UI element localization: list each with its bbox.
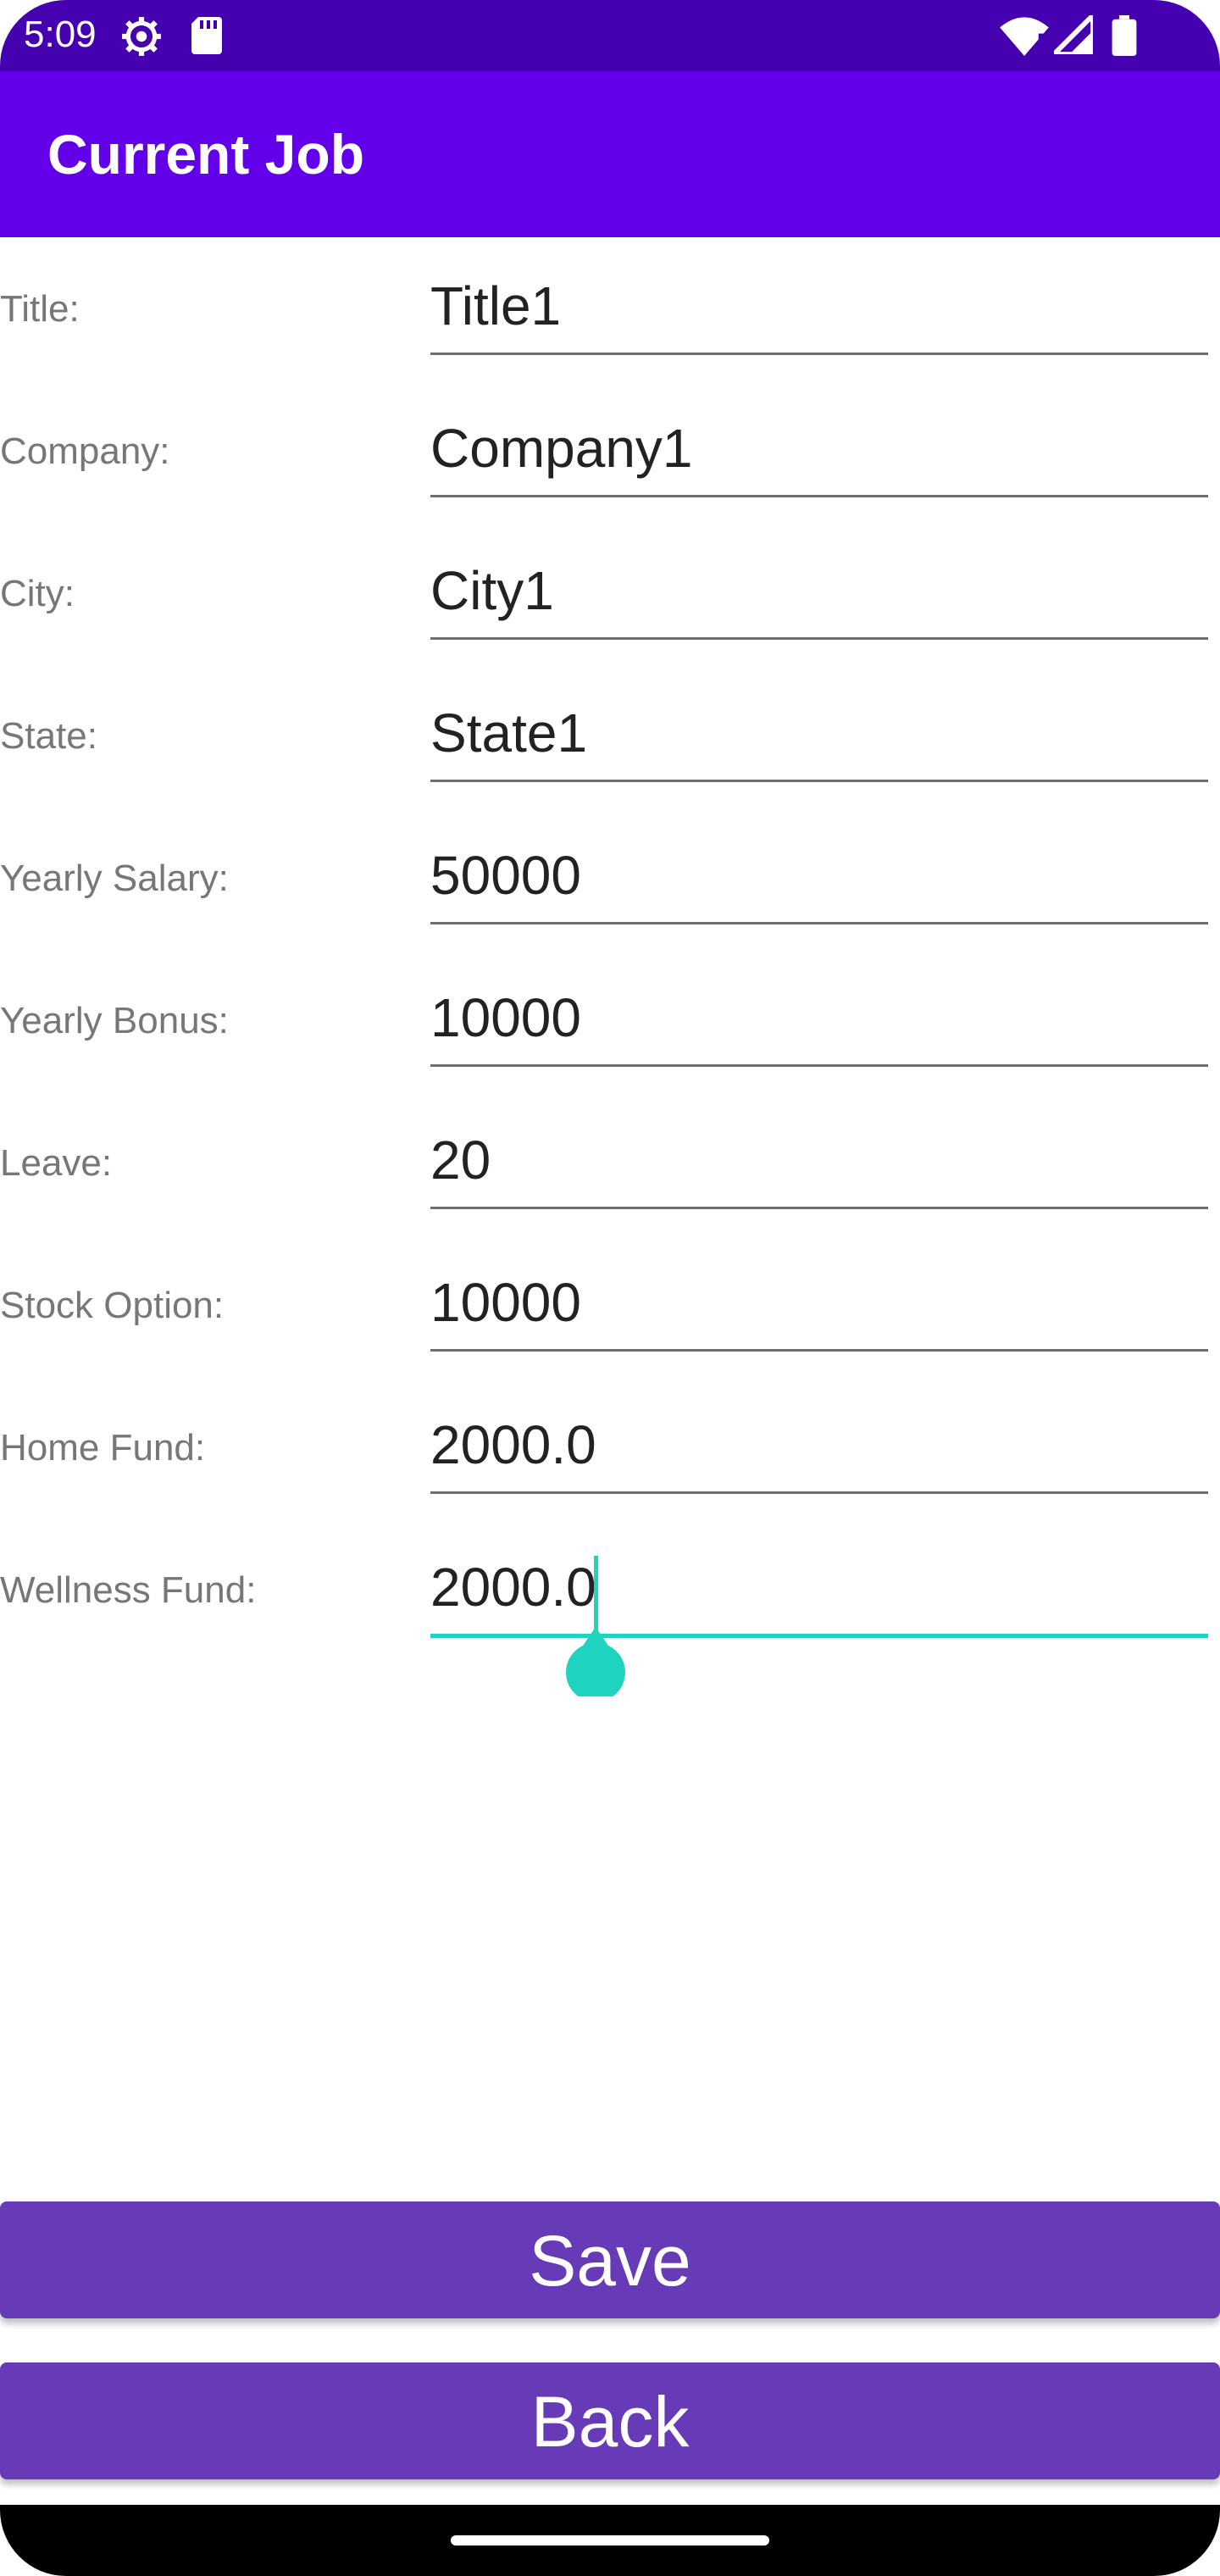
app-bar: Current Job xyxy=(0,71,1220,237)
company-field[interactable]: Company1 xyxy=(430,414,1208,497)
state-label: State: xyxy=(0,715,97,757)
text-cursor xyxy=(594,1556,598,1632)
cursor-handle-icon[interactable] xyxy=(564,1627,627,1702)
state-field[interactable]: State1 xyxy=(430,698,1208,782)
stock-option-field[interactable]: 10000 xyxy=(430,1268,1208,1352)
navigation-bar xyxy=(0,2505,1220,2576)
form-row-city: City: City1 xyxy=(0,522,1220,664)
form-row-state: State: State1 xyxy=(0,664,1220,807)
home-fund-field[interactable]: 2000.0 xyxy=(430,1410,1208,1494)
form-row-yearly-bonus: Yearly Bonus: 10000 xyxy=(0,949,1220,1091)
yearly-bonus-label: Yearly Bonus: xyxy=(0,1000,229,1041)
yearly-salary-label: Yearly Salary: xyxy=(0,858,229,899)
status-time: 5:09 xyxy=(24,14,97,55)
stock-option-label: Stock Option: xyxy=(0,1285,225,1326)
form-row-wellness-fund: Wellness Fund: 2000.0 xyxy=(0,1518,1220,1702)
title-field[interactable]: Title1 xyxy=(430,271,1208,355)
home-fund-label: Home Fund: xyxy=(0,1427,206,1468)
city-field[interactable]: City1 xyxy=(430,556,1208,640)
home-fund-value: 2000.0 xyxy=(430,1414,596,1475)
sd-card-icon xyxy=(190,15,224,60)
wifi-icon xyxy=(1000,15,1049,60)
home-gesture-handle[interactable] xyxy=(451,2535,769,2545)
yearly-bonus-value: 10000 xyxy=(430,987,581,1048)
leave-value: 20 xyxy=(430,1130,491,1191)
company-label: Company: xyxy=(0,430,170,472)
form-row-title: Title: Title1 xyxy=(0,237,1220,380)
title-value: Title1 xyxy=(430,275,562,336)
company-value: Company1 xyxy=(430,418,693,479)
yearly-salary-value: 50000 xyxy=(430,845,581,906)
battery-icon xyxy=(1112,15,1137,60)
stock-option-value: 10000 xyxy=(430,1272,581,1333)
wellness-fund-label: Wellness Fund: xyxy=(0,1569,257,1611)
leave-field[interactable]: 20 xyxy=(430,1125,1208,1209)
form-row-yearly-salary: Yearly Salary: 50000 xyxy=(0,807,1220,949)
form-row-company: Company: Company1 xyxy=(0,380,1220,522)
save-button[interactable]: Save xyxy=(0,2201,1220,2318)
form-row-leave: Leave: 20 xyxy=(0,1091,1220,1234)
page-title: Current Job xyxy=(47,123,365,186)
leave-label: Leave: xyxy=(0,1142,113,1184)
title-label: Title: xyxy=(0,288,80,330)
form-row-stock-option: Stock Option: 10000 xyxy=(0,1234,1220,1376)
yearly-salary-field[interactable]: 50000 xyxy=(430,841,1208,924)
state-value: State1 xyxy=(430,702,588,763)
form-row-home-fund: Home Fund: 2000.0 xyxy=(0,1376,1220,1518)
wellness-fund-field[interactable]: 2000.0 xyxy=(430,1552,1208,1638)
city-label: City: xyxy=(0,573,75,614)
wellness-fund-value: 2000.0 xyxy=(430,1557,596,1618)
back-button[interactable]: Back xyxy=(0,2362,1220,2479)
settings-icon xyxy=(120,15,163,62)
status-bar: 5:09 xyxy=(0,0,1220,71)
yearly-bonus-field[interactable]: 10000 xyxy=(430,983,1208,1067)
signal-icon xyxy=(1051,13,1095,58)
city-value: City1 xyxy=(430,560,554,621)
